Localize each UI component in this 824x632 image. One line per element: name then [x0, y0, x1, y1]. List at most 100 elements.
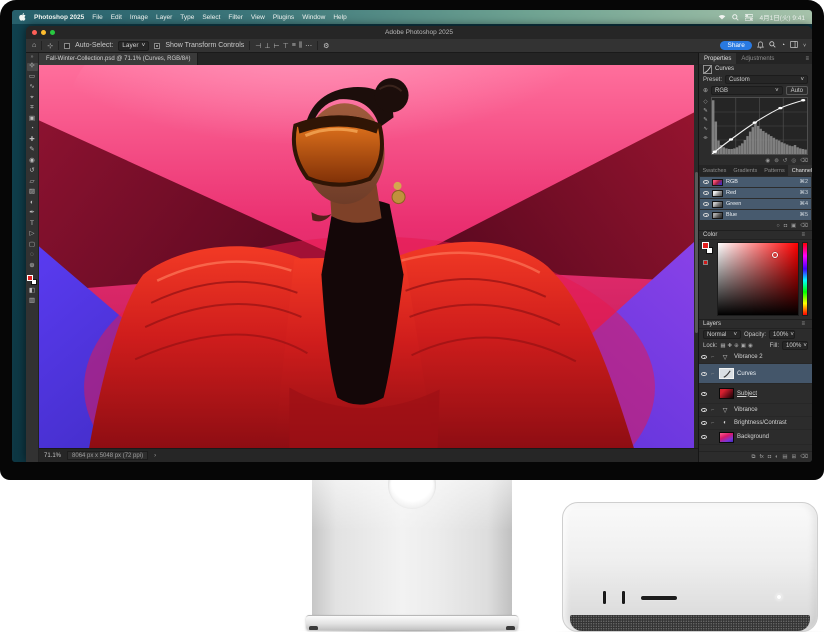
menu-item-plugins[interactable]: Plugins [273, 14, 294, 21]
tool-eyedropper[interactable]: ◔ [27, 126, 38, 134]
tool-dodge[interactable]: ◐ [27, 199, 38, 207]
curves-footer-icon[interactable]: ◉ [765, 158, 770, 164]
visibility-eye-icon[interactable] [703, 180, 709, 184]
curve-tool-icon[interactable]: ⌯ [703, 135, 707, 142]
curve-control-point[interactable] [801, 99, 805, 101]
visibility-eye-icon[interactable] [701, 408, 707, 412]
tab-gradients[interactable]: Gradients [730, 165, 761, 176]
search-icon[interactable] [732, 14, 739, 21]
fill-dropdown[interactable]: 100%˅ [782, 341, 808, 350]
curve-control-point[interactable] [753, 121, 757, 123]
hue-slider[interactable] [802, 242, 808, 316]
tab-patterns[interactable]: Patterns [761, 165, 788, 176]
canvas-artwork[interactable] [39, 65, 698, 448]
saturation-brightness-field[interactable] [717, 242, 799, 316]
visibility-eye-icon[interactable] [701, 372, 707, 376]
menu-item-photoshop-2025[interactable]: Photoshop 2025 [34, 14, 84, 21]
share-button[interactable]: Share [720, 41, 751, 50]
channels-footer-icon[interactable]: ○ [776, 223, 779, 229]
curve-control-point[interactable] [729, 138, 733, 140]
lock-icon[interactable]: ◉ [748, 343, 753, 349]
channel-row-blue[interactable]: Blue⌘5 [700, 210, 811, 220]
layer-row-background[interactable]: Background [699, 430, 812, 445]
menu-item-file[interactable]: File [92, 14, 102, 21]
tool-marquee[interactable]: ▭ [27, 73, 38, 81]
lock-icon[interactable]: ▣ [741, 343, 746, 349]
curve-tool-icon[interactable]: ∿ [703, 126, 708, 132]
tool-screen-mode[interactable]: ▥ [27, 298, 38, 306]
color-picker-ring[interactable] [772, 252, 778, 258]
align-icon[interactable]: ⊥ [264, 42, 270, 50]
apple-menu-icon[interactable] [19, 13, 26, 21]
curve-tool-icon[interactable]: ◇ [703, 99, 707, 105]
curves-adjustment-thumbnail[interactable] [719, 368, 734, 379]
canvas-area[interactable] [39, 65, 698, 448]
notifications-bell-icon[interactable] [757, 41, 764, 51]
visibility-eye-icon[interactable] [701, 435, 707, 439]
align-icon[interactable]: ⋯ [305, 42, 312, 50]
tab-channels[interactable]: Channels [788, 165, 812, 176]
channel-row-rgb[interactable]: RGB⌘2 [700, 177, 811, 187]
tool-path-select[interactable]: ▷ [27, 231, 38, 239]
layer-row-subject[interactable]: Subject [699, 384, 812, 404]
tool-object-selection[interactable]: ⌖ [27, 94, 38, 102]
tool-type[interactable]: T [27, 220, 38, 228]
show-transform-checkbox[interactable] [154, 43, 160, 49]
tool-hand[interactable]: ◌ [27, 252, 38, 260]
tool-clone-stamp[interactable]: ◉ [27, 157, 38, 165]
foreground-color-swatch[interactable] [27, 275, 33, 281]
panel-menu-icon[interactable]: ≡ [801, 321, 808, 327]
tool-gradient[interactable]: ▨ [27, 189, 38, 197]
align-icon[interactable]: ⫼ [299, 42, 302, 50]
visibility-eye-icon[interactable] [703, 202, 709, 206]
control-center-icon[interactable] [745, 14, 753, 21]
foreground-color-swatch[interactable] [702, 242, 709, 249]
canvas-scrollbar[interactable] [694, 65, 698, 448]
tool-history-brush[interactable]: ↺ [27, 168, 38, 176]
layer-row-brightness-contrast[interactable]: ⌐◐Brightness/Contrast [699, 417, 812, 430]
channel-dropdown[interactable]: RGB˅ [711, 86, 783, 95]
align-icon[interactable]: ⊤ [283, 42, 289, 50]
status-chevron-icon[interactable]: › [154, 453, 156, 459]
curves-footer-icon[interactable]: ◎ [791, 158, 796, 164]
layers-footer-icon[interactable]: ⊞ [792, 454, 797, 460]
move-tool-icon[interactable]: ⊹ [47, 42, 53, 50]
tool-pen[interactable]: ✒ [27, 210, 38, 218]
curve-control-point[interactable] [778, 107, 782, 109]
wifi-icon[interactable] [718, 14, 726, 20]
menu-item-type[interactable]: Type [180, 14, 194, 21]
layers-footer-icon[interactable]: fx [759, 454, 763, 460]
tool-healing[interactable]: ✚ [27, 136, 38, 144]
lock-icon[interactable]: ⊕ [734, 343, 739, 349]
document-tab[interactable]: Fall-Winter-Collection.psd @ 71.1% (Curv… [39, 53, 198, 65]
auto-select-dropdown[interactable]: Layer˅ [118, 41, 149, 51]
channels-footer-icon[interactable]: ⌫ [800, 223, 808, 229]
curve-control-point[interactable] [713, 151, 717, 153]
tab-swatches[interactable]: Swatches [699, 165, 730, 176]
chevron-down-icon[interactable]: ˅ [803, 43, 806, 49]
lock-icon[interactable]: ✚ [728, 343, 733, 349]
curves-footer-icon[interactable]: ↺ [783, 158, 788, 164]
channel-row-red[interactable]: Red⌘3 [700, 188, 811, 198]
layers-footer-icon[interactable]: ⌫ [800, 454, 808, 460]
menu-item-filter[interactable]: Filter [228, 14, 242, 21]
zoom-level[interactable]: 71.1% [44, 453, 61, 459]
curve-tool-icon[interactable]: ✎ [703, 108, 708, 114]
workspace-gear-icon[interactable]: ⚙ [323, 42, 329, 50]
curves-histogram[interactable] [711, 97, 808, 155]
menu-bar-clock[interactable]: 4月1日(火) 9:41 [759, 12, 805, 22]
curve-tool-icon[interactable]: ✎ [703, 117, 708, 123]
visibility-eye-icon[interactable] [703, 191, 709, 195]
opacity-dropdown[interactable]: 100%˅ [769, 330, 795, 339]
align-icon[interactable]: ⊣ [255, 42, 261, 50]
menu-item-image[interactable]: Image [130, 14, 148, 21]
auto-select-checkbox[interactable] [64, 43, 70, 49]
tool-eraser[interactable]: ▱ [27, 178, 38, 186]
visibility-eye-icon[interactable] [701, 355, 707, 359]
layer-row-vibrance[interactable]: ⌐▽Vibrance [699, 404, 812, 417]
menu-item-select[interactable]: Select [202, 14, 220, 21]
tool-crop[interactable]: ⌗ [27, 105, 38, 113]
channels-footer-icon[interactable]: ◘ [784, 223, 787, 229]
tool-lasso[interactable]: ∿ [27, 84, 38, 92]
align-icon[interactable]: ≡ [292, 42, 296, 50]
